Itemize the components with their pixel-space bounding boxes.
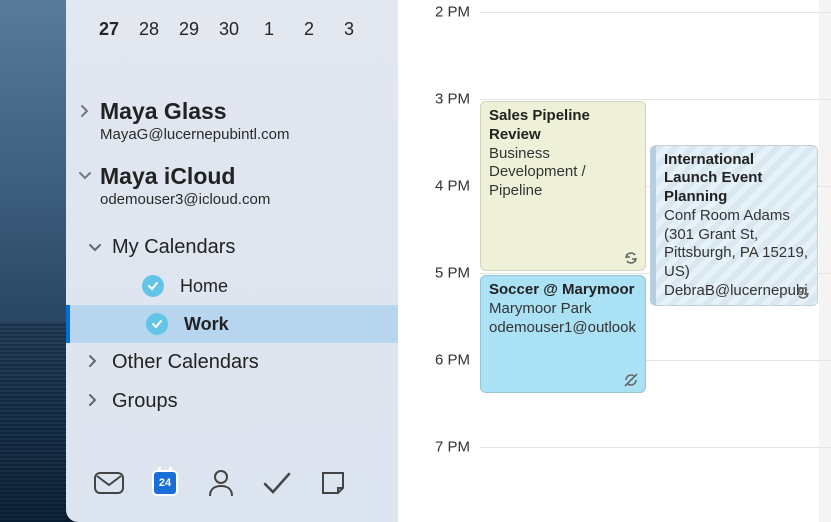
sync-icon xyxy=(623,250,639,266)
section-other-calendars[interactable]: Other Calendars xyxy=(66,343,398,382)
event-location: Marymoor Park xyxy=(489,300,637,319)
checkbox-checked-icon[interactable] xyxy=(146,313,168,335)
no-sync-icon xyxy=(623,372,639,388)
account-maya-icloud[interactable]: Maya iCloud odemouser3@icloud.com xyxy=(80,155,384,220)
mini-cal-day-30[interactable]: 30 xyxy=(210,10,248,48)
hour-label: 3 PM xyxy=(435,91,470,108)
tasks-icon[interactable] xyxy=(262,468,292,498)
event-organizer: DebraB@lucernepubi xyxy=(664,282,809,301)
account-email: MayaG@lucernepubintl.com xyxy=(100,126,376,143)
desktop-wallpaper xyxy=(0,0,66,522)
section-groups[interactable]: Groups xyxy=(66,382,398,421)
chevron-down-icon[interactable] xyxy=(76,167,94,185)
section-my-calendars[interactable]: My Calendars xyxy=(66,228,398,267)
event-sales[interactable]: Sales Pipeline ReviewBusiness Developmen… xyxy=(480,101,646,271)
chevron-right-icon xyxy=(88,351,102,374)
account-maya-glass[interactable]: Maya Glass MayaG@lucernepubintl.com xyxy=(80,90,384,155)
calendar-item-label: Work xyxy=(184,314,229,335)
next-day-strip xyxy=(819,0,831,522)
hour-label: 6 PM xyxy=(435,352,470,369)
event-title: Sales Pipeline Review xyxy=(489,107,637,145)
account-name: Maya Glass xyxy=(100,98,376,125)
calendar-day-view[interactable]: 2 PM 3 PM 4 PM 5 PM 6 PM 7 PM Sales Pipeline … xyxy=(398,0,831,522)
event-location: Business Development / Pipeline xyxy=(489,145,637,201)
account-email: odemouser3@icloud.com xyxy=(100,191,376,208)
sidebar: 27 28 29 30 1 2 3 Maya Glass MayaG@lucer… xyxy=(66,0,398,522)
calendar-day-number: 24 xyxy=(152,470,178,496)
calendar-icon[interactable]: 24 xyxy=(150,468,180,498)
calendar-item-work[interactable]: Work xyxy=(66,305,398,343)
bottom-nav: 24 xyxy=(66,450,398,522)
calendar-item-home[interactable]: Home xyxy=(66,267,398,305)
mini-cal-day-27[interactable]: 27 xyxy=(90,10,128,48)
mini-cal-day-28[interactable]: 28 xyxy=(130,10,168,48)
hour-label: 2 PM xyxy=(435,4,470,21)
hour-label: 5 PM xyxy=(435,265,470,282)
hour-grid-line xyxy=(480,447,831,448)
hour-label: 4 PM xyxy=(435,178,470,195)
checkbox-checked-icon[interactable] xyxy=(142,275,164,297)
section-label: Groups xyxy=(112,390,178,413)
mini-cal-day-29[interactable]: 29 xyxy=(170,10,208,48)
hour-label: 7 PM xyxy=(435,439,470,456)
hour-grid-line xyxy=(480,99,831,100)
event-organizer: odemouser1@outlook xyxy=(489,319,637,338)
chevron-right-icon[interactable] xyxy=(76,102,94,120)
mini-cal-day-1[interactable]: 1 xyxy=(250,10,288,48)
sync-icon xyxy=(795,285,811,301)
mail-icon[interactable] xyxy=(94,468,124,498)
calendar-item-label: Home xyxy=(180,276,228,297)
hour-grid-line xyxy=(480,12,831,13)
account-name: Maya iCloud xyxy=(100,163,376,190)
event-soccer[interactable]: Soccer @ MarymoorMarymoor Parkodemouser1… xyxy=(480,275,646,393)
event-title: International Launch Event Planning xyxy=(664,151,809,207)
event-title: Soccer @ Marymoor xyxy=(489,281,637,300)
section-label: Other Calendars xyxy=(112,351,259,374)
people-icon[interactable] xyxy=(206,468,236,498)
chevron-right-icon xyxy=(88,390,102,413)
mini-calendar-week-row: 27 28 29 30 1 2 3 xyxy=(66,0,398,70)
event-location: Conf Room Adams (301 Grant St, Pittsburg… xyxy=(664,207,809,282)
time-axis: 2 PM 3 PM 4 PM 5 PM 6 PM 7 PM xyxy=(398,0,478,522)
chevron-down-icon xyxy=(88,236,102,259)
mini-cal-day-2[interactable]: 2 xyxy=(290,10,328,48)
event-launch[interactable]: International Launch Event PlanningConf … xyxy=(650,145,818,306)
notes-icon[interactable] xyxy=(318,468,348,498)
mini-cal-day-3[interactable]: 3 xyxy=(330,10,368,48)
section-label: My Calendars xyxy=(112,236,235,259)
accounts-list: Maya Glass MayaG@lucernepubintl.com Maya… xyxy=(66,70,398,228)
